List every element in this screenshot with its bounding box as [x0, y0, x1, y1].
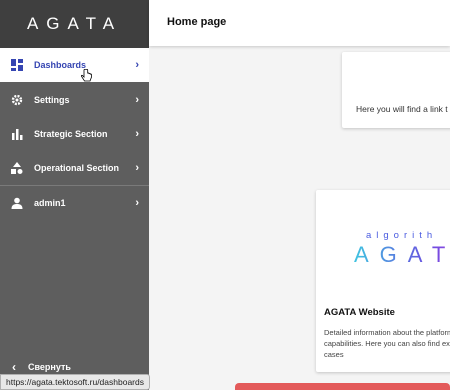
page-title: Home page — [167, 16, 227, 28]
card-title: AGATA Website — [324, 307, 395, 318]
chevron-right-icon: › — [135, 128, 139, 140]
sidebar-item-settings[interactable]: Settings › — [0, 83, 149, 117]
person-icon — [10, 196, 24, 210]
collapse-label: Свернуть — [28, 362, 71, 372]
main-content: Home page Here you will find a link t al… — [149, 0, 450, 390]
app-logo[interactable]: AGATA — [0, 0, 149, 48]
chevron-right-icon: › — [135, 197, 139, 209]
link-card-text: Here you will find a link t — [356, 104, 448, 114]
sidebar: AGATA Dashboards › Settings › Strategic … — [0, 0, 149, 390]
hand-cursor-icon — [80, 68, 92, 88]
sidebar-item-label: Strategic Section — [34, 129, 108, 139]
sidebar-item-strategic-section[interactable]: Strategic Section › — [0, 117, 149, 151]
link-status-bar: https://agata.tektosoft.ru/dashboards — [0, 374, 150, 390]
chevron-right-icon: › — [135, 94, 139, 106]
sidebar-item-label: admin1 — [34, 198, 66, 208]
sidebar-item-user[interactable]: admin1 › — [0, 186, 149, 220]
algorithm-logo-text: algorith — [366, 230, 438, 241]
header: Home page — [149, 0, 450, 46]
sidebar-item-operational-section[interactable]: Operational Section › — [0, 151, 149, 185]
website-card[interactable]: algorith AGATA AGATA Website Detailed in… — [316, 190, 450, 372]
notification-bar — [235, 383, 450, 390]
bar-chart-icon — [10, 127, 24, 141]
agata-logo: AGATA — [354, 242, 450, 268]
gear-icon — [10, 93, 24, 107]
card-description: Detailed information about the platform … — [324, 328, 450, 359]
chevron-right-icon: › — [135, 162, 139, 174]
link-card[interactable]: Here you will find a link t — [342, 52, 450, 128]
sidebar-item-dashboards[interactable]: Dashboards › — [0, 48, 149, 82]
shapes-icon — [10, 161, 24, 175]
chevron-left-icon: ‹ — [12, 360, 16, 374]
sidebar-item-label: Settings — [34, 95, 70, 105]
sidebar-item-label: Operational Section — [34, 163, 120, 173]
dashboard-icon — [10, 58, 24, 72]
chevron-right-icon: › — [135, 59, 139, 71]
